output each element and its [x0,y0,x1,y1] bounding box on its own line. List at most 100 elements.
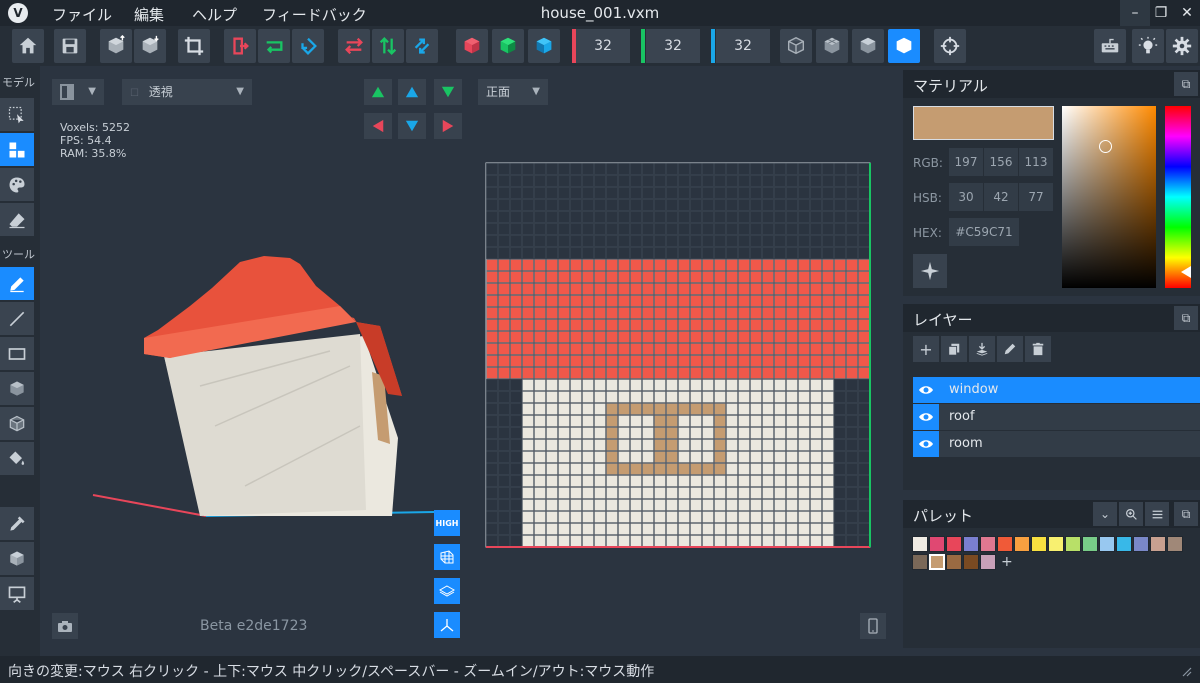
voxel-cell[interactable] [798,283,810,295]
voxel-cell[interactable] [762,511,774,523]
palette-swatch[interactable] [963,536,979,552]
voxel-cell[interactable] [774,523,786,535]
voxel-cell[interactable] [642,319,654,331]
voxel-cell[interactable] [762,343,774,355]
voxel-cell[interactable] [714,307,726,319]
voxel-cell[interactable] [738,427,750,439]
voxel-cell[interactable] [858,319,870,331]
voxel-cell[interactable] [810,415,822,427]
voxel-cell[interactable] [618,427,630,439]
voxel-cell[interactable] [726,331,738,343]
voxel-cell[interactable] [726,295,738,307]
voxel-cell[interactable] [750,259,762,271]
voxel-cell[interactable] [750,499,762,511]
rectangle-tool[interactable] [0,337,34,370]
voxel-cell[interactable] [498,271,510,283]
material-effect-button[interactable] [913,254,947,288]
voxel-cell[interactable] [834,331,846,343]
voxel-cell[interactable] [702,391,714,403]
voxel-cell[interactable] [570,463,582,475]
voxel-cell[interactable] [690,307,702,319]
voxel-cell[interactable] [558,427,570,439]
voxel-cell[interactable] [858,367,870,379]
voxel-cell[interactable] [810,259,822,271]
voxel-cell[interactable] [714,271,726,283]
voxel-cell[interactable] [774,487,786,499]
voxel-cell[interactable] [498,319,510,331]
voxel-cell[interactable] [690,475,702,487]
voxel-cell[interactable] [750,439,762,451]
voxel-cell[interactable] [606,535,618,547]
light-button[interactable] [1132,29,1164,63]
voxel-cell[interactable] [762,283,774,295]
voxel-cell[interactable] [786,415,798,427]
wireframe-button[interactable] [780,29,812,63]
voxel-cell[interactable] [750,367,762,379]
voxel-cell[interactable] [654,511,666,523]
palette-swatch[interactable] [1133,536,1149,552]
voxel-cell[interactable] [822,523,834,535]
voxel-cell[interactable] [582,487,594,499]
voxel-cell[interactable] [570,319,582,331]
voxel-cell[interactable] [570,331,582,343]
voxel-cell[interactable] [618,331,630,343]
voxel-cell[interactable] [534,355,546,367]
voxel-cell[interactable] [582,451,594,463]
flip-x-button[interactable] [338,29,370,63]
voxel-cell[interactable] [678,439,690,451]
voxel-cell[interactable] [798,415,810,427]
voxel-cell[interactable] [738,511,750,523]
rotate-z-button[interactable] [292,29,324,63]
voxel-cell[interactable] [786,355,798,367]
voxel-cell[interactable] [534,379,546,391]
voxel-cell[interactable] [570,391,582,403]
color-picker-handle[interactable] [1099,140,1112,153]
voxel-cell[interactable] [618,439,630,451]
voxel-cell[interactable] [618,403,630,415]
voxel-cell[interactable] [798,439,810,451]
voxel-cell[interactable] [822,307,834,319]
voxel-cell[interactable] [678,499,690,511]
voxel-cell[interactable] [774,307,786,319]
voxel-cell[interactable] [810,307,822,319]
material-color-swatch[interactable] [913,106,1054,140]
voxel-cell[interactable] [726,367,738,379]
voxel-cell[interactable] [774,391,786,403]
voxel-cell[interactable] [750,271,762,283]
voxel-cell[interactable] [498,283,510,295]
voxel-cell[interactable] [738,535,750,547]
voxel-cell[interactable] [750,355,762,367]
voxel-cell[interactable] [594,475,606,487]
voxel-cell[interactable] [750,415,762,427]
voxel-cell[interactable] [798,403,810,415]
eyedropper-tool[interactable] [0,507,34,540]
rotate-y-button[interactable] [258,29,290,63]
voxel-cell[interactable] [642,271,654,283]
voxel-cell[interactable] [522,499,534,511]
voxel-cell[interactable] [558,475,570,487]
voxel-cell[interactable] [654,355,666,367]
voxel-cell[interactable] [570,403,582,415]
voxel-cell[interactable] [618,295,630,307]
voxel-cell[interactable] [570,259,582,271]
voxel-cell[interactable] [738,367,750,379]
voxel-cell[interactable] [678,259,690,271]
voxel-cell[interactable] [534,439,546,451]
voxel-cell[interactable] [630,475,642,487]
voxel-cell[interactable] [546,403,558,415]
voxel-cell[interactable] [846,355,858,367]
voxel-cell[interactable] [618,475,630,487]
voxel-cell[interactable] [642,283,654,295]
voxel-cell[interactable] [654,487,666,499]
voxel-cell[interactable] [726,283,738,295]
voxel-cell[interactable] [786,271,798,283]
voxel-cell[interactable] [738,295,750,307]
voxel-cell[interactable] [546,511,558,523]
voxel-cell[interactable] [642,439,654,451]
voxel-cell[interactable] [750,283,762,295]
voxel-cell[interactable] [546,343,558,355]
voxel-cell[interactable] [666,475,678,487]
voxel-cell[interactable] [690,427,702,439]
cube-red-button[interactable] [456,29,488,63]
voxel-cell[interactable] [762,403,774,415]
